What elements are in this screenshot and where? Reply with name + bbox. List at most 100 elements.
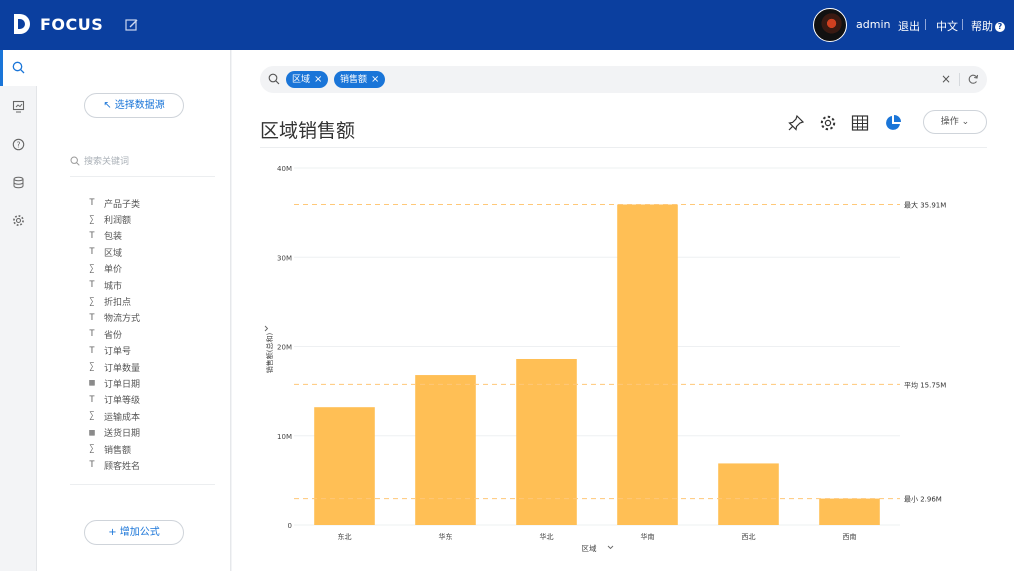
text-type-icon: T <box>89 280 95 291</box>
y-axis-label: 销售额(总和) <box>265 333 274 374</box>
field-item[interactable]: ▦ 送货日期 <box>85 424 140 440</box>
field-label: 运输成本 <box>104 412 141 423</box>
field-item[interactable]: T 产品子类 <box>85 195 140 211</box>
field-label: 订单日期 <box>104 379 141 390</box>
database-icon <box>13 176 24 189</box>
rail-settings[interactable] <box>0 203 37 239</box>
date-type-icon: ▦ <box>89 378 95 389</box>
table-icon[interactable] <box>851 114 869 132</box>
field-item[interactable]: ▦ 订单日期 <box>85 375 140 391</box>
search-bar[interactable]: × 区域 × 销售额 × <box>260 66 987 93</box>
divider <box>959 73 960 86</box>
y-tick-label: 40M <box>277 165 292 173</box>
rail-search[interactable] <box>0 50 37 86</box>
select-source-button[interactable]: ↖ 选择数据源 <box>84 93 184 118</box>
keyword-search-placeholder: 搜索关键词 <box>84 157 130 167</box>
text-type-icon: T <box>89 394 95 405</box>
x-tick-label: 华南 <box>641 532 655 541</box>
field-item[interactable]: T 城市 <box>85 277 140 293</box>
close-icon[interactable]: × <box>314 74 322 85</box>
search-chip[interactable]: 销售额 × <box>334 71 386 88</box>
field-label: 订单号 <box>104 347 132 358</box>
svg-text:?: ? <box>17 140 21 149</box>
chevron-down-icon <box>607 545 614 550</box>
add-formula-button[interactable]: + 增加公式 <box>84 520 184 545</box>
x-tick-label: 西南 <box>843 532 857 541</box>
language-link[interactable]: 中文 <box>936 18 958 34</box>
close-icon[interactable]: × <box>371 74 379 85</box>
username[interactable]: admin <box>856 18 890 31</box>
arrow-up-left-icon: ↖ <box>103 100 115 111</box>
help-link[interactable]: 帮助? <box>971 18 1005 34</box>
field-item[interactable]: ∑ 折扣点 <box>85 293 140 309</box>
field-label: 省份 <box>104 330 123 341</box>
field-item[interactable]: T 物流方式 <box>85 310 140 326</box>
field-label: 销售额 <box>104 445 132 456</box>
settings-icon <box>13 215 24 226</box>
main-area: × 区域 × 销售额 × 区域销售额 操作 ⌄ 0 10M 20M 30M 40M 东北 华东 华北… <box>232 50 1014 571</box>
field-item[interactable]: T 包装 <box>85 228 140 244</box>
field-item[interactable]: T 区域 <box>85 244 140 260</box>
x-axis-label: 区域 <box>582 543 597 553</box>
field-label: 顾客姓名 <box>104 461 141 472</box>
plus-icon: + <box>108 527 120 538</box>
field-item[interactable]: ∑ 利润额 <box>85 211 140 227</box>
chip-label: 区域 <box>292 75 311 85</box>
help-icon: ? <box>995 22 1005 32</box>
operations-label: 操作 <box>940 117 959 127</box>
field-item[interactable]: ∑ 销售额 <box>85 441 140 457</box>
x-tick-label: 华北 <box>540 532 554 541</box>
divider <box>962 19 963 30</box>
field-item[interactable]: ∑ 订单数量 <box>85 359 140 375</box>
field-label: 订单数量 <box>104 363 141 374</box>
field-label: 包装 <box>104 232 123 243</box>
clear-icon[interactable]: × <box>941 72 951 86</box>
reference-label: 最大 35.91M <box>904 201 946 210</box>
field-item[interactable]: ∑ 单价 <box>85 261 140 277</box>
dashboard-icon <box>12 100 25 113</box>
field-label: 产品子类 <box>104 199 141 210</box>
field-item[interactable]: T 省份 <box>85 326 140 342</box>
operations-button[interactable]: 操作 ⌄ <box>923 110 987 134</box>
text-type-icon: T <box>89 198 95 209</box>
number-type-icon: ∑ <box>89 214 95 225</box>
rail-help[interactable]: ? <box>0 127 37 163</box>
pin-icon[interactable] <box>787 114 805 132</box>
field-item[interactable]: T 订单号 <box>85 343 140 359</box>
keyword-search[interactable]: 搜索关键词 <box>70 154 215 177</box>
number-type-icon: ∑ <box>89 296 95 307</box>
select-source-label: 选择数据源 <box>114 100 165 111</box>
bar <box>617 204 678 526</box>
bar <box>415 375 476 525</box>
number-type-icon: ∑ <box>89 263 95 274</box>
search-chip[interactable]: 区域 × <box>286 71 329 88</box>
help-label: 帮助 <box>971 20 993 33</box>
field-label: 折扣点 <box>104 298 132 309</box>
avatar[interactable] <box>813 8 847 42</box>
date-type-icon: ▦ <box>89 427 95 438</box>
field-label: 物流方式 <box>104 314 141 325</box>
add-formula-label: 增加公式 <box>119 527 160 538</box>
text-type-icon: T <box>89 247 95 258</box>
brand-name: FOCUS <box>40 15 104 34</box>
field-item[interactable]: T 顾客姓名 <box>85 457 140 473</box>
number-type-icon: ∑ <box>89 411 95 422</box>
search-icon <box>268 73 280 85</box>
bar <box>718 463 779 525</box>
focus-logo-icon <box>14 14 30 34</box>
x-tick-label: 华东 <box>439 532 453 541</box>
logout-link[interactable]: 退出 <box>898 18 920 34</box>
x-tick-label: 东北 <box>338 532 352 541</box>
rail-database[interactable] <box>0 165 37 201</box>
bar-chart: 0 10M 20M 30M 40M 东北 华东 华北 华南 西北 西南 最大 35.91M 平均 15.… <box>264 165 946 553</box>
field-list: T 产品子类 ∑ 利润额 T 包装 T 区域 ∑ 单价 T 城市 ∑ 折扣点 T 物流方式 T 省份 T 订单号 ∑ 订单… <box>85 195 140 474</box>
field-label: 区域 <box>104 248 123 259</box>
pie-chart-icon[interactable] <box>884 114 902 132</box>
field-item[interactable]: ∑ 运输成本 <box>85 408 140 424</box>
field-panel: ↖ 选择数据源 搜索关键词 T 产品子类 ∑ 利润额 T 包装 T 区域 ∑ 单价 T 城市 ∑ 折扣点 T… <box>37 50 231 571</box>
gear-icon[interactable] <box>819 114 837 132</box>
rail-dashboard[interactable] <box>0 89 37 125</box>
refresh-icon[interactable] <box>967 73 979 85</box>
edit-icon[interactable] <box>124 17 140 33</box>
field-item[interactable]: T 订单等级 <box>85 392 140 408</box>
